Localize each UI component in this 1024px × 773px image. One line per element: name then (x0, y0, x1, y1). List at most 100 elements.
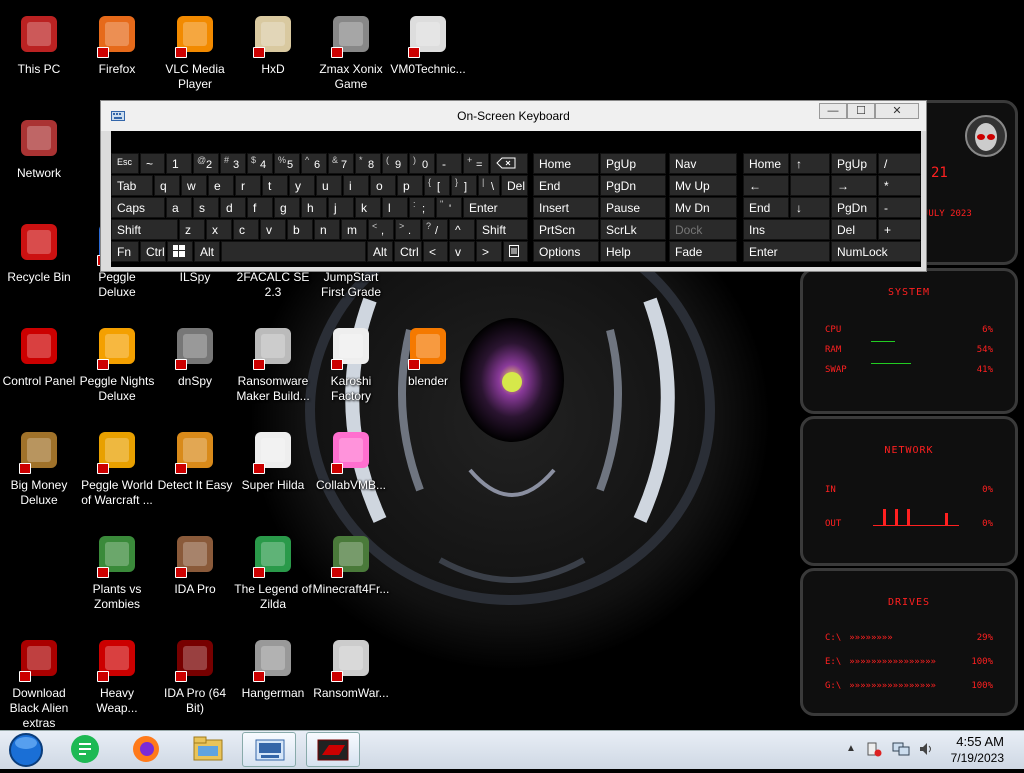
key-period[interactable]: >. (395, 219, 421, 240)
key-windows[interactable] (167, 241, 193, 262)
start-button[interactable] (6, 732, 46, 767)
key-right-bracket[interactable]: }] (451, 175, 477, 196)
key-2[interactable]: @2 (193, 153, 219, 174)
key-arrow-left[interactable]: < (423, 241, 448, 262)
key-i[interactable]: i (343, 175, 369, 196)
key-tilde[interactable]: ~ (140, 153, 165, 174)
desktop-shortcut[interactable]: CollabVMB... (312, 426, 390, 493)
key-d[interactable]: d (220, 197, 246, 218)
key-7[interactable]: & 7 (328, 153, 354, 174)
key-right-ctrl[interactable]: Ctrl (394, 241, 422, 262)
numpad-end[interactable]: End (743, 197, 789, 218)
key-backslash[interactable]: | \ (478, 175, 500, 196)
numpad-5[interactable] (790, 175, 830, 196)
key-n[interactable]: n (314, 219, 340, 240)
key-1[interactable]: 1 (166, 153, 192, 174)
key-f[interactable]: f (247, 197, 273, 218)
key-v[interactable]: v (260, 219, 286, 240)
key-arrow-right[interactable]: > (476, 241, 502, 262)
numpad-left[interactable]: ← (743, 175, 789, 196)
numpad-ins[interactable]: Ins (743, 219, 830, 240)
key-p[interactable]: p (397, 175, 423, 196)
key-x[interactable]: x (206, 219, 232, 240)
key-k[interactable]: k (355, 197, 381, 218)
key-ctrl[interactable]: Ctrl (140, 241, 166, 262)
fade-button[interactable]: Fade (669, 241, 737, 262)
key-comma[interactable]: <, (368, 219, 394, 240)
numpad-minus[interactable]: - (878, 197, 921, 218)
desktop-shortcut[interactable]: Super Hilda (234, 426, 312, 493)
key-end[interactable]: End (533, 175, 599, 196)
desktop-shortcut[interactable]: Plants vs Zombies (78, 530, 156, 612)
desktop-shortcut[interactable]: dnSpy (156, 322, 234, 389)
taskbar-clock[interactable]: 4:55 AM 7/19/2023 (951, 734, 1004, 766)
key-t[interactable]: t (262, 175, 288, 196)
key-nav[interactable]: Nav (669, 153, 737, 174)
desktop-shortcut[interactable]: Zmax Xonix Game (312, 10, 390, 92)
key-scrlk[interactable]: ScrLk (600, 219, 666, 240)
key-m[interactable]: m (341, 219, 367, 240)
desktop-shortcut[interactable]: Heavy Weap... (78, 634, 156, 716)
key-q[interactable]: q (154, 175, 180, 196)
desktop-shortcut[interactable]: Detect It Easy (156, 426, 234, 493)
help-button[interactable]: Help (600, 241, 666, 262)
minimize-button[interactable]: — (819, 103, 847, 119)
desktop-shortcut[interactable]: IDA Pro (156, 530, 234, 597)
key-8[interactable]: * 8 (355, 153, 381, 174)
key-b[interactable]: b (287, 219, 313, 240)
key-slash[interactable]: ? / (422, 219, 448, 240)
key-right-alt[interactable]: Alt (367, 241, 393, 262)
key-move-down[interactable]: Mv Dn (669, 197, 737, 218)
on-screen-keyboard-window[interactable]: On-Screen Keyboard — ☐ ✕ Esc ~ 1 @2 #3 $… (100, 100, 927, 272)
numpad-plus[interactable]: + (878, 219, 921, 240)
key-l[interactable]: l (382, 197, 408, 218)
key-h[interactable]: h (301, 197, 327, 218)
desktop-shortcut[interactable]: This PC (0, 10, 78, 77)
key-del[interactable]: Del (501, 175, 528, 196)
desktop-shortcut[interactable]: VLC Media Player (156, 10, 234, 92)
numpad-right[interactable]: → (831, 175, 877, 196)
key-e[interactable]: e (208, 175, 234, 196)
desktop-shortcut[interactable]: The Legend of Zilda (234, 530, 312, 612)
key-s[interactable]: s (193, 197, 219, 218)
key-o[interactable]: o (370, 175, 396, 196)
numpad-up[interactable]: ↑ (790, 153, 830, 174)
show-hidden-icons-button[interactable]: ▲ (846, 743, 856, 754)
key-tab[interactable]: Tab (111, 175, 153, 196)
key-insert[interactable]: Insert (533, 197, 599, 218)
desktop-shortcut[interactable]: Peggle Nights Deluxe (78, 322, 156, 404)
osk-titlebar[interactable]: On-Screen Keyboard — ☐ ✕ (101, 101, 926, 131)
desktop-shortcut[interactable]: blender (389, 322, 467, 389)
key-left-bracket[interactable]: {[ (424, 175, 450, 196)
key-j[interactable]: j (328, 197, 354, 218)
key-5[interactable]: % 5 (274, 153, 300, 174)
key-prtscn[interactable]: PrtScn (533, 219, 599, 240)
desktop-shortcut[interactable]: Network (0, 114, 78, 181)
numpad-multiply[interactable]: * (878, 175, 921, 196)
key-pgdn[interactable]: PgDn (600, 175, 666, 196)
key-3[interactable]: #3 (220, 153, 246, 174)
key-0[interactable]: ) 0 (409, 153, 435, 174)
maximize-button[interactable]: ☐ (847, 103, 875, 119)
numpad-home[interactable]: Home (743, 153, 789, 174)
desktop-shortcut[interactable]: Minecraft4Fr... (312, 530, 390, 597)
numpad-divide[interactable]: / (878, 153, 921, 174)
numpad-down[interactable]: ↓ (790, 197, 830, 218)
desktop-shortcut[interactable]: Recycle Bin (0, 218, 78, 285)
key-dock[interactable]: Dock (669, 219, 737, 240)
desktop-shortcut[interactable]: Big Money Deluxe (0, 426, 78, 508)
key-pause[interactable]: Pause (600, 197, 666, 218)
desktop-shortcut[interactable]: VM0Technic... (389, 10, 467, 77)
desktop-shortcut[interactable]: Ransomware Maker Build... (234, 322, 312, 404)
taskbar-alien-widget-running[interactable] (306, 732, 360, 767)
key-alt[interactable]: Alt (194, 241, 220, 262)
key-space[interactable] (221, 241, 366, 262)
key-minus[interactable]: - (436, 153, 462, 174)
key-g[interactable]: g (274, 197, 300, 218)
desktop-shortcut[interactable]: Karoshi Factory (312, 322, 390, 404)
key-caps[interactable]: Caps (111, 197, 165, 218)
key-z[interactable]: z (179, 219, 205, 240)
desktop-shortcut[interactable]: Control Panel (0, 322, 78, 389)
numpad-pgup[interactable]: PgUp (831, 153, 877, 174)
key-menu[interactable] (503, 241, 528, 262)
